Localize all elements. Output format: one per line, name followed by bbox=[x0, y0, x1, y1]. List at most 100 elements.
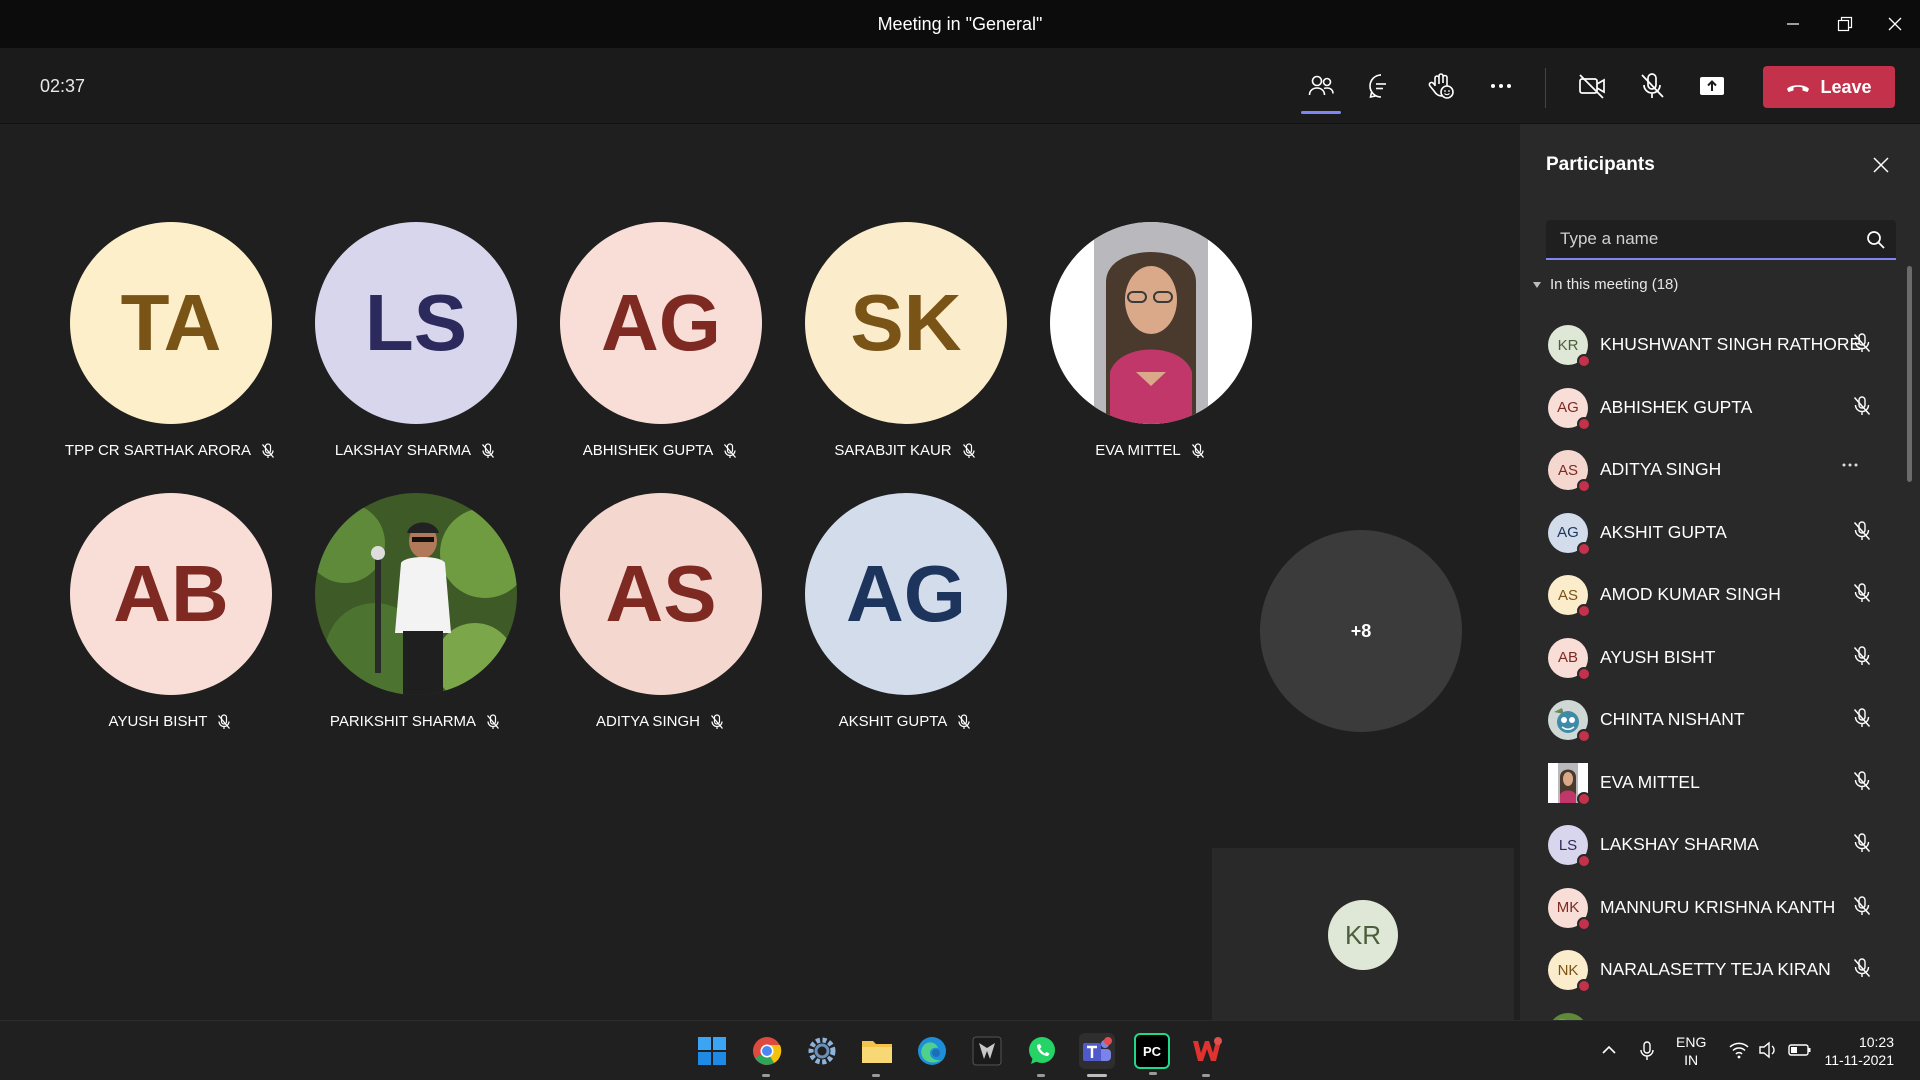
presence-badge bbox=[1577, 666, 1591, 681]
pycharm-app[interactable]: PC bbox=[1134, 1033, 1170, 1075]
mic-off-icon[interactable] bbox=[1852, 520, 1872, 542]
more-participants-badge[interactable]: +8 bbox=[1260, 530, 1462, 732]
participant-name: ABHISHEK GUPTA bbox=[1600, 396, 1753, 417]
participant-row[interactable]: AG AKSHIT GUPTA bbox=[1520, 498, 1900, 561]
participant-row[interactable]: KR KHUSHWANT SINGH RATHORE bbox=[1520, 310, 1900, 373]
presence-badge bbox=[1577, 916, 1591, 931]
participant-row[interactable]: AS ADITYA SINGH bbox=[1520, 435, 1900, 498]
overflow-tile[interactable]: +8 bbox=[1210, 456, 1510, 732]
participant-name: MANNURU KRISHNA KANTH bbox=[1600, 896, 1836, 917]
participant-row[interactable] bbox=[1520, 998, 1900, 1020]
mic-off-icon[interactable] bbox=[1852, 707, 1872, 729]
taskbar-clock[interactable]: 10:23 11-11-2021 bbox=[1822, 1033, 1894, 1069]
mic-toggle-button[interactable] bbox=[1630, 66, 1674, 106]
pycharm-label: PC bbox=[1142, 1043, 1162, 1059]
participant-name: PARIKSHIT SHARMA bbox=[329, 713, 477, 730]
participant-name: AKSHIT GUPTA bbox=[838, 713, 948, 730]
settings-app[interactable] bbox=[804, 1033, 840, 1069]
reactions-button[interactable] bbox=[1419, 66, 1463, 106]
avatar-initials: LS bbox=[1558, 836, 1578, 854]
leave-label: Leave bbox=[1820, 76, 1872, 97]
teams-app[interactable] bbox=[1079, 1033, 1115, 1077]
participant-avatar: LS bbox=[315, 222, 517, 424]
mic-off-icon bbox=[1641, 73, 1664, 98]
mic-off-icon[interactable] bbox=[1852, 582, 1872, 604]
file-explorer-app[interactable] bbox=[859, 1033, 895, 1077]
participant-row[interactable]: EVA MITTEL bbox=[1520, 748, 1900, 811]
share-tray-icon bbox=[1700, 77, 1724, 95]
presence-badge bbox=[1577, 354, 1591, 368]
mic-off-icon[interactable] bbox=[1852, 395, 1872, 417]
avatar-initials: AB bbox=[1557, 649, 1578, 666]
chrome-icon bbox=[753, 1037, 782, 1065]
leave-button[interactable]: Leave bbox=[1763, 66, 1895, 108]
edge-app[interactable] bbox=[914, 1033, 950, 1069]
camera-toggle-button[interactable] bbox=[1570, 66, 1614, 106]
whatsapp-app[interactable] bbox=[1024, 1033, 1060, 1077]
participant-row[interactable]: NK NARALASETTY TEJA KIRAN bbox=[1520, 935, 1900, 998]
battery-icon[interactable] bbox=[1788, 1041, 1812, 1059]
participant-row[interactable]: AB AYUSH BISHT bbox=[1520, 623, 1900, 686]
microphone-icon[interactable] bbox=[1638, 1041, 1656, 1061]
volume-icon[interactable] bbox=[1758, 1041, 1778, 1059]
close-icon bbox=[1873, 157, 1889, 173]
wps-office-app[interactable] bbox=[1189, 1033, 1225, 1077]
raise-hand-icon bbox=[1428, 73, 1454, 99]
settings-icon bbox=[808, 1037, 836, 1065]
participant-avatar: LS bbox=[1548, 825, 1591, 868]
participant-name: LAKSHAY SHARMA bbox=[1600, 834, 1759, 854]
ellipsis-icon bbox=[1491, 84, 1511, 88]
search-input[interactable] bbox=[1560, 220, 1850, 258]
search-icon[interactable] bbox=[1866, 230, 1886, 250]
participant-search bbox=[1546, 220, 1896, 260]
chrome-app[interactable] bbox=[749, 1033, 785, 1077]
participant-row[interactable]: LS LAKSHAY SHARMA bbox=[1520, 810, 1900, 873]
participant-row[interactable]: CHINTA NISHANT bbox=[1520, 685, 1900, 748]
participant-avatar: AS bbox=[1548, 575, 1591, 618]
start-button[interactable] bbox=[694, 1033, 730, 1069]
participant-tile[interactable]: AG AKSHIT GUPTA bbox=[755, 419, 1055, 730]
participant-row[interactable]: MK MANNURU KRISHNA KANTH bbox=[1520, 873, 1900, 936]
mic-off-icon[interactable] bbox=[1852, 957, 1872, 979]
restore-button[interactable] bbox=[1822, 8, 1868, 40]
mic-off-icon[interactable] bbox=[1852, 832, 1872, 854]
mic-off-icon[interactable] bbox=[1852, 332, 1872, 354]
more-actions-button[interactable] bbox=[1479, 66, 1523, 106]
participant-row[interactable]: AG ABHISHEK GUPTA bbox=[1520, 373, 1900, 436]
hang-up-icon bbox=[1787, 85, 1810, 92]
participant-avatar: AG bbox=[1548, 387, 1591, 431]
wifi-icon[interactable] bbox=[1729, 1041, 1749, 1059]
participant-tile[interactable]: EVA MITTEL bbox=[1000, 148, 1300, 459]
participant-avatar: AG bbox=[560, 222, 762, 424]
close-panel-button[interactable] bbox=[1866, 150, 1896, 180]
presence-badge bbox=[1577, 979, 1591, 993]
title-bar: Meeting in "General" bbox=[0, 0, 1920, 48]
mic-off-icon[interactable] bbox=[1852, 645, 1872, 667]
close-window-button[interactable] bbox=[1872, 8, 1918, 40]
in-meeting-section-header[interactable]: In this meeting (18) bbox=[1532, 276, 1678, 293]
mic-off-icon bbox=[1191, 442, 1204, 458]
teams-meeting-window: Meeting in "General" 02:37 Leave TA TPP … bbox=[0, 0, 1920, 1080]
game-icon bbox=[972, 1036, 1002, 1066]
panel-scrollbar[interactable] bbox=[1907, 266, 1912, 482]
participant-name: NARALASETTY TEJA KIRAN bbox=[1600, 959, 1831, 979]
ellipsis-icon[interactable] bbox=[1840, 455, 1860, 475]
minimize-button[interactable] bbox=[1770, 8, 1816, 40]
minimize-icon bbox=[1787, 23, 1799, 25]
people-icon bbox=[1308, 75, 1334, 96]
participant-row[interactable]: AS AMOD KUMAR SINGH bbox=[1520, 560, 1900, 623]
windows-logo-icon bbox=[698, 1037, 726, 1065]
chevron-up-icon[interactable] bbox=[1600, 1041, 1618, 1059]
teams-icon bbox=[1083, 1037, 1112, 1061]
input-language[interactable]: ENG IN bbox=[1676, 1033, 1706, 1069]
close-icon bbox=[1888, 17, 1902, 31]
mic-off-icon[interactable] bbox=[1852, 895, 1872, 917]
participants-button[interactable] bbox=[1299, 66, 1343, 114]
share-screen-button[interactable] bbox=[1690, 66, 1734, 106]
game-app[interactable] bbox=[969, 1033, 1005, 1069]
presence-badge bbox=[1577, 854, 1591, 868]
chat-button[interactable] bbox=[1359, 66, 1403, 106]
mic-off-icon[interactable] bbox=[1852, 770, 1872, 792]
meeting-timer: 02:37 bbox=[40, 76, 86, 96]
avatar-initials: KR bbox=[1557, 336, 1579, 354]
